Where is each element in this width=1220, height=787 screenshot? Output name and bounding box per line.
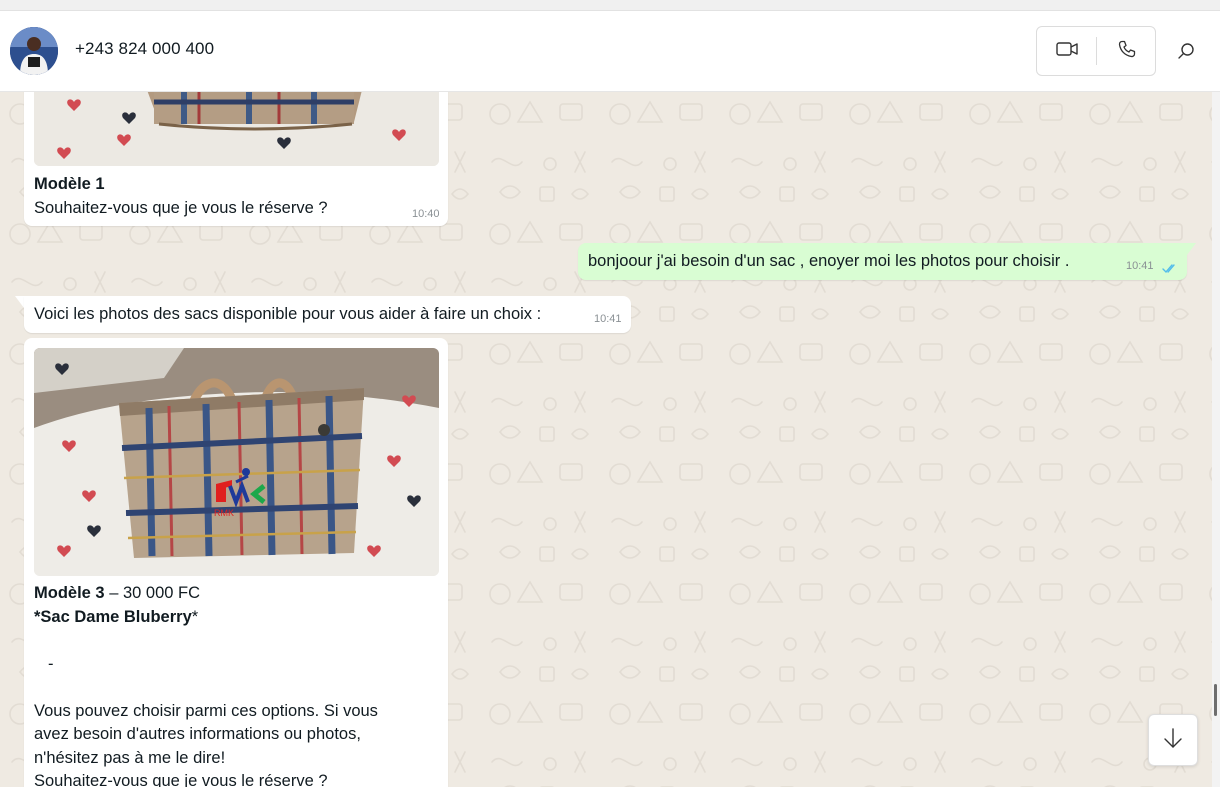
video-call-button[interactable] (1037, 27, 1096, 75)
voice-call-button[interactable] (1097, 27, 1156, 75)
scrollbar-thumb[interactable] (1214, 684, 1217, 716)
contact-name[interactable]: +243 824 000 400 (75, 39, 214, 59)
voice-call-icon (1118, 40, 1136, 63)
svg-text:RMK: RMK (214, 508, 234, 518)
message-text: bonjoour j'ai besoin d'un sac , enoyer m… (588, 252, 1070, 270)
message-time: 10:40 (412, 208, 440, 220)
caption-model-line: Modèle 3 – 30 000 FC (34, 582, 434, 606)
bubble-tail (15, 296, 24, 308)
search-icon (1177, 42, 1195, 65)
caption-price: – 30 000 FC (104, 584, 200, 602)
bubble-tail (1187, 243, 1196, 255)
chat-header: +243 824 000 400 (0, 11, 1220, 92)
chat-area[interactable]: Modèle 1 Souhaitez-vous que je vous le r… (0, 92, 1212, 787)
caption-line: Vous pouvez choisir parmi ces options. S… (34, 701, 378, 720)
message-incoming-image[interactable]: RMK Modèle 3 – 30 000 FC *Sac Dame Blube… (24, 338, 448, 787)
scroll-to-bottom-button[interactable] (1148, 714, 1198, 766)
bag-photo-model-1[interactable] (34, 92, 439, 166)
caption-dash: - (48, 654, 54, 673)
caption-name-suffix: * (191, 607, 199, 626)
caption-line: Souhaitez-vous que je vous le réserve ? (34, 772, 328, 787)
video-call-icon (1055, 41, 1078, 62)
search-button[interactable] (1172, 39, 1200, 67)
call-buttons-group (1036, 26, 1156, 76)
message-outgoing-text[interactable]: bonjoour j'ai besoin d'un sac , enoyer m… (578, 243, 1187, 280)
contact-avatar[interactable] (10, 27, 58, 75)
arrow-down-icon (1163, 727, 1183, 754)
caption-line: avez besoin d'autres informations ou pho… (34, 725, 361, 743)
message-time: 10:41 (594, 313, 622, 325)
message-time: 10:41 (1126, 260, 1154, 272)
caption-line: n'hésitez pas à me le dire! (34, 748, 226, 767)
caption-name-line: *Sac Dame Bluberry* (34, 606, 434, 630)
window-top-strip (0, 0, 1220, 11)
caption-title: Modèle 1 (34, 175, 105, 193)
chat-scrollbar[interactable] (1212, 92, 1220, 787)
read-receipt-icon (1162, 261, 1178, 279)
message-caption: Modèle 1 Souhaitez-vous que je vous le r… (34, 173, 414, 220)
bag-photo-model-3[interactable]: RMK (34, 348, 439, 576)
message-incoming-text[interactable]: Voici les photos des sacs disponible pou… (24, 296, 631, 333)
message-incoming-image[interactable]: Modèle 1 Souhaitez-vous que je vous le r… (24, 92, 448, 226)
caption-name: Sac Dame Bluberry (40, 607, 192, 626)
caption-model: Modèle 3 (34, 584, 105, 602)
caption-body: Souhaitez-vous que je vous le réserve ? (34, 198, 328, 217)
message-text: Voici les photos des sacs disponible pou… (34, 305, 542, 323)
message-caption: Modèle 3 – 30 000 FC *Sac Dame Bluberry*… (34, 582, 434, 787)
